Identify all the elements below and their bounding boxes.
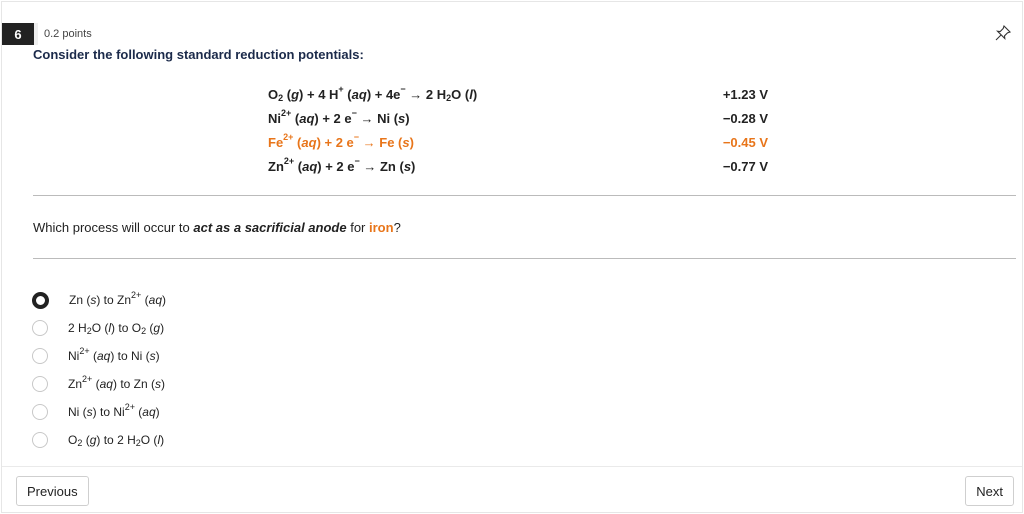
divider-top	[33, 195, 1016, 196]
question-number-badge: 6	[2, 23, 34, 45]
reaction-equation: O2 (g) + 4 H+ (aq) + 4e− → 2 H2O (l)	[268, 83, 478, 103]
previous-button[interactable]: Previous	[16, 476, 89, 506]
reaction-potential: +1.23 V	[722, 86, 768, 102]
answer-option-label[interactable]: Ni2+ (aq) to Ni (s)	[68, 346, 160, 363]
radio-button[interactable]	[32, 348, 48, 364]
question-panel: 6 0.2 points Consider the following stan…	[1, 1, 1023, 513]
pin-icon[interactable]	[994, 24, 1012, 42]
next-button[interactable]: Next	[965, 476, 1014, 506]
badge-divider	[34, 23, 38, 45]
radio-button[interactable]	[32, 376, 48, 392]
radio-selected[interactable]	[32, 291, 49, 309]
answer-option[interactable]: Zn (s) to Zn2+ (aq)	[32, 286, 166, 314]
prompt-emphasis: act as a sacrificial anode	[193, 220, 347, 235]
prompt-middle: for	[346, 220, 369, 235]
question-heading: Consider the following standard reductio…	[33, 47, 364, 62]
reaction-equation: Fe2+ (aq) + 2 e− → Fe (s)	[268, 131, 414, 150]
answer-option[interactable]: Zn2+ (aq) to Zn (s)	[32, 370, 166, 398]
prompt-highlight: iron	[369, 220, 394, 235]
answer-option[interactable]: Ni2+ (aq) to Ni (s)	[32, 342, 166, 370]
reaction-row: Zn2+ (aq) + 2 e− → Zn (s) −0.77 V	[268, 154, 768, 178]
radio-button[interactable]	[32, 320, 48, 336]
answer-options: Zn (s) to Zn2+ (aq) 2 H2O (l) to O2 (g) Ni…	[32, 286, 166, 454]
reaction-potential: −0.77 V	[722, 158, 768, 174]
answer-option-label[interactable]: Zn2+ (aq) to Zn (s)	[68, 374, 165, 391]
prompt-end: ?	[393, 220, 401, 235]
reaction-potential: −0.45 V	[722, 134, 768, 150]
answer-option-label[interactable]: Zn (s) to Zn2+ (aq)	[69, 290, 166, 307]
question-points: 0.2 points	[44, 28, 92, 40]
prompt-text: Which process will occur to	[33, 220, 194, 235]
reaction-equation: Ni2+ (aq) + 2 e− → Ni (s)	[268, 107, 410, 126]
answer-option[interactable]: Ni (s) to Ni2+ (aq)	[32, 398, 166, 426]
radio-button[interactable]	[32, 404, 48, 420]
divider-bottom	[33, 258, 1016, 259]
reaction-equation: Zn2+ (aq) + 2 e− → Zn (s)	[268, 155, 416, 174]
answer-option-label[interactable]: Ni (s) to Ni2+ (aq)	[68, 402, 160, 419]
reaction-row: O2 (g) + 4 H+ (aq) + 4e− → 2 H2O (l) +1.2…	[268, 82, 768, 106]
answer-option[interactable]: 2 H2O (l) to O2 (g)	[32, 314, 166, 342]
answer-option-label[interactable]: O2 (g) to 2 H2O (l)	[68, 433, 164, 448]
reaction-potential: −0.28 V	[722, 110, 768, 126]
reaction-row: Fe2+ (aq) + 2 e− → Fe (s) −0.45 V	[268, 130, 768, 154]
reaction-row: Ni2+ (aq) + 2 e− → Ni (s) −0.28 V	[268, 106, 768, 130]
reduction-potentials-table: O2 (g) + 4 H+ (aq) + 4e− → 2 H2O (l) +1.2…	[268, 82, 768, 178]
question-prompt: Which process will occur to act as a sac…	[33, 220, 401, 235]
radio-button[interactable]	[32, 432, 48, 448]
answer-option-label[interactable]: 2 H2O (l) to O2 (g)	[68, 321, 164, 336]
answer-option[interactable]: O2 (g) to 2 H2O (l)	[32, 426, 166, 454]
footer-divider	[2, 466, 1022, 467]
